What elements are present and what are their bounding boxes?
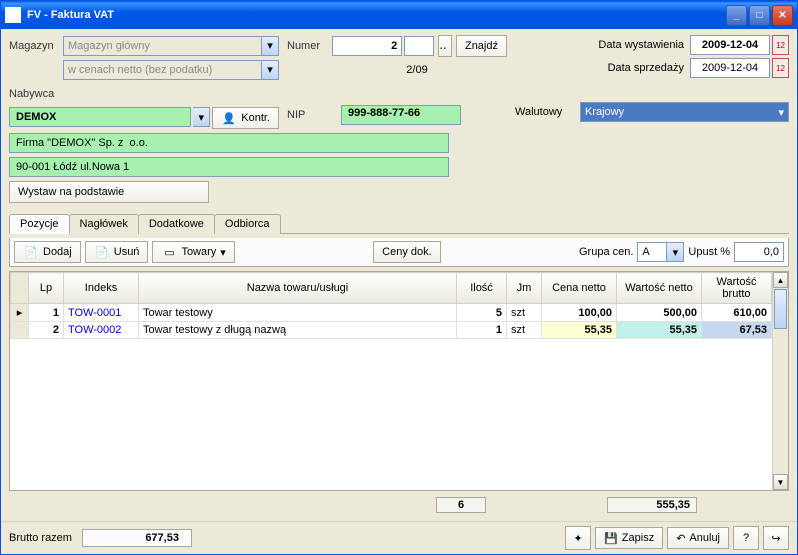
calendar-icon[interactable]: 12	[772, 58, 789, 78]
data-sprzedazy-label: Data sprzedaży	[608, 62, 684, 74]
col-indeks[interactable]: Indeks	[64, 273, 139, 304]
data-wystawienia-label: Data wystawienia	[598, 39, 684, 51]
chevron-down-icon: ▾	[778, 106, 784, 119]
col-netto[interactable]: Wartość netto	[617, 273, 702, 304]
tabs: Pozycje Nagłówek Dodatkowe Odbiorca	[9, 213, 789, 234]
numer-input[interactable]	[332, 36, 402, 56]
zapisz-button[interactable]: 💾 Zapisz	[595, 527, 663, 549]
col-brutto[interactable]: Wartość brutto	[702, 273, 772, 304]
titlebar: FV - Faktura VAT _ □ ✕	[1, 1, 797, 29]
data-sprzedazy-input[interactable]	[690, 58, 770, 78]
add-icon: 📄	[23, 244, 39, 260]
usun-button[interactable]: 📄 Usuń	[85, 241, 149, 263]
grupa-cen-combo[interactable]	[637, 242, 667, 262]
chevron-down-icon: ▾	[220, 246, 226, 259]
tab-naglowek[interactable]: Nagłówek	[69, 214, 139, 234]
znajdz-button[interactable]: Znajdź	[456, 35, 507, 57]
buyer-name-input[interactable]	[9, 133, 449, 153]
col-nazwa[interactable]: Nazwa towaru/usługi	[139, 273, 457, 304]
nabywca-label: Nabywca	[9, 88, 63, 100]
brutto-razem-value: 677,53	[82, 529, 192, 547]
items-table: Lp Indeks Nazwa towaru/usługi Ilość Jm C…	[10, 272, 772, 339]
nip-value: 999-888-77-66	[341, 105, 461, 125]
tab-pozycje[interactable]: Pozycje	[9, 214, 70, 234]
nip-label: NIP	[287, 109, 341, 121]
upust-label: Upust %	[688, 246, 730, 258]
maximize-button[interactable]: □	[749, 5, 770, 26]
dodaj-button[interactable]: 📄 Dodaj	[14, 241, 81, 263]
help-button[interactable]: ?	[733, 526, 759, 550]
col-ilosc[interactable]: Ilość	[457, 273, 507, 304]
list-icon: ▭	[161, 244, 177, 260]
ceny-mode-combo[interactable]	[63, 60, 262, 80]
sum-ilosc: 6	[436, 497, 486, 513]
buyer-short-input[interactable]	[9, 107, 191, 127]
col-cena[interactable]: Cena netto	[542, 273, 617, 304]
towary-button[interactable]: ▭ Towary ▾	[152, 241, 234, 263]
buyer-address-input[interactable]	[9, 157, 449, 177]
numer-full: 2/09	[406, 64, 427, 76]
magazyn-combo[interactable]	[63, 36, 262, 56]
grupa-cen-label: Grupa cen.	[579, 246, 633, 258]
contact-icon: 👤	[221, 110, 237, 126]
kontr-label: Kontr.	[241, 112, 270, 124]
delete-icon: 📄	[94, 244, 110, 260]
ceny-dok-button[interactable]: Ceny dok.	[373, 241, 441, 263]
table-row[interactable]: 2 TOW-0002 Towar testowy z długą nazwą 1…	[11, 322, 772, 339]
col-lp[interactable]: Lp	[29, 273, 64, 304]
new-button[interactable]: ✦	[565, 526, 591, 550]
chevron-down-icon[interactable]: ▾	[667, 242, 684, 262]
wystaw-button[interactable]: Wystaw na podstawie	[9, 181, 209, 203]
exit-icon: ↪	[771, 532, 780, 545]
numer-dots-button[interactable]: ‥	[438, 35, 452, 57]
chevron-down-icon[interactable]: ▾	[193, 107, 210, 127]
kontr-button[interactable]: 👤 Kontr.	[212, 107, 279, 129]
scroll-up-icon[interactable]: ▲	[773, 272, 788, 288]
undo-icon: ↶	[676, 532, 685, 545]
table-row[interactable]: ▸ 1 TOW-0001 Towar testowy 5 szt 100,00 …	[11, 304, 772, 322]
window-title: FV - Faktura VAT	[27, 9, 726, 21]
numer-suffix-input[interactable]	[404, 36, 434, 56]
anuluj-button[interactable]: ↶ Anuluj	[667, 527, 729, 549]
col-jm[interactable]: Jm	[507, 273, 542, 304]
chevron-down-icon[interactable]: ▾	[262, 60, 279, 80]
vertical-scrollbar[interactable]: ▲ ▼	[772, 272, 788, 490]
sum-netto: 555,35	[607, 497, 697, 513]
close-button[interactable]: ✕	[772, 5, 793, 26]
scroll-down-icon[interactable]: ▼	[773, 474, 788, 490]
row-selector-icon: ▸	[11, 304, 29, 322]
chevron-down-icon[interactable]: ▾	[262, 36, 279, 56]
walutowy-label: Walutowy	[515, 106, 570, 118]
save-icon: 💾	[604, 532, 618, 545]
calendar-icon[interactable]: 12	[772, 35, 789, 55]
magazyn-label: Magazyn	[9, 40, 63, 52]
star-icon: ✦	[573, 532, 582, 545]
numer-label: Numer	[287, 40, 332, 52]
data-wystawienia-input[interactable]	[690, 35, 770, 55]
exit-button[interactable]: ↪	[763, 526, 789, 550]
upust-input[interactable]	[734, 242, 784, 262]
help-icon: ?	[743, 532, 749, 544]
tab-odbiorca[interactable]: Odbiorca	[214, 214, 281, 234]
minimize-button[interactable]: _	[726, 5, 747, 26]
brutto-razem-label: Brutto razem	[9, 532, 72, 544]
walutowy-combo[interactable]: Krajowy ▾	[580, 102, 789, 122]
app-icon	[5, 7, 21, 23]
tab-dodatkowe[interactable]: Dodatkowe	[138, 214, 215, 234]
